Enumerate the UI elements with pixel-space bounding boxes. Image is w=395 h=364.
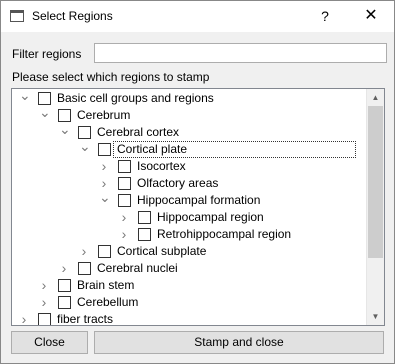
region-checkbox[interactable] [118, 177, 131, 190]
focus-outline [113, 141, 356, 158]
chevron-down-icon[interactable]: ⌄ [59, 122, 71, 140]
window-title: Select Regions [32, 9, 113, 23]
chevron-right-icon[interactable]: › [119, 209, 129, 225]
chevron-right-icon[interactable]: › [99, 158, 109, 174]
tree-item-label: Cerebrum [77, 108, 131, 122]
instruction-text: Please select which regions to stamp [12, 70, 210, 84]
chevron-down-icon[interactable]: ⌄ [79, 139, 91, 157]
tree-item-label: Basic cell groups and regions [57, 91, 214, 105]
chevron-right-icon[interactable]: › [59, 260, 69, 276]
tree-item[interactable]: › Brain stem [12, 277, 366, 293]
window-icon [10, 10, 24, 22]
tree-item-label: Isocortex [137, 159, 186, 173]
tree-item-label: Cerebral nuclei [97, 261, 178, 275]
tree-item-label: Olfactory areas [137, 176, 219, 190]
close-window-button[interactable]: ✕ [357, 5, 385, 27]
scroll-up-arrow-icon[interactable]: ▲ [367, 89, 384, 106]
chevron-right-icon[interactable]: › [79, 243, 89, 259]
chevron-down-icon[interactable]: ⌄ [99, 190, 111, 208]
region-checkbox[interactable] [138, 228, 151, 241]
filter-regions-label: Filter regions [12, 47, 82, 61]
tree-item-label: Brain stem [77, 278, 135, 292]
tree-item-label: Hippocampal region [157, 210, 264, 224]
tree-item[interactable]: ⌄ Hippocampal formation [12, 190, 366, 208]
help-button[interactable]: ? [313, 6, 337, 26]
region-checkbox[interactable] [98, 245, 111, 258]
region-checkbox[interactable] [98, 143, 111, 156]
region-checkbox[interactable] [78, 262, 91, 275]
vertical-scrollbar[interactable]: ▲ ▼ [366, 89, 384, 325]
chevron-right-icon[interactable]: › [119, 226, 129, 242]
region-checkbox[interactable] [118, 194, 131, 207]
close-button[interactable]: Close [11, 331, 88, 354]
scrollbar-thumb[interactable] [368, 106, 383, 258]
chevron-down-icon[interactable]: ⌄ [39, 105, 51, 123]
region-checkbox[interactable] [38, 313, 51, 325]
regions-tree[interactable]: ⌄ Basic cell groups and regions ⌄ Cerebrum ⌄… [11, 88, 385, 326]
tree-item[interactable]: › Olfactory areas [12, 175, 366, 191]
tree-item[interactable]: ⌄ Basic cell groups and regions [12, 89, 366, 106]
region-checkbox[interactable] [118, 160, 131, 173]
tree-item[interactable]: › Isocortex [12, 158, 366, 174]
tree-item[interactable]: ⌄ Cerebral cortex [12, 122, 366, 140]
tree-item-label: fiber tracts [57, 312, 114, 326]
tree-item-label: Cerebral cortex [97, 125, 180, 139]
select-regions-dialog: Select Regions ? ✕ Filter regions Please… [0, 0, 395, 364]
tree-item[interactable]: › fiber tracts [12, 311, 366, 326]
region-checkbox[interactable] [58, 279, 71, 292]
chevron-right-icon[interactable]: › [19, 311, 29, 325]
filter-regions-input[interactable] [94, 43, 387, 63]
chevron-right-icon[interactable]: › [39, 294, 49, 310]
tree-item[interactable]: › Cerebral nuclei [12, 260, 366, 276]
tree-item[interactable]: › Cortical subplate [12, 243, 366, 259]
region-checkbox[interactable] [58, 296, 71, 309]
tree-item-label: Cerebellum [77, 295, 139, 309]
scroll-down-arrow-icon[interactable]: ▼ [367, 308, 384, 325]
chevron-right-icon[interactable]: › [39, 277, 49, 293]
title-bar: Select Regions ? ✕ [1, 1, 394, 32]
tree-item[interactable]: › Hippocampal region [12, 209, 366, 225]
stamp-and-close-button[interactable]: Stamp and close [94, 331, 384, 354]
tree-item-label: Retrohippocampal region [157, 227, 292, 241]
tree-item[interactable]: › Cerebellum [12, 294, 366, 310]
chevron-down-icon[interactable]: ⌄ [19, 89, 31, 106]
tree-item-label: Cortical subplate [117, 244, 207, 258]
tree-item[interactable]: ⌄ Cortical plate [12, 139, 366, 158]
tree-item-label: Hippocampal formation [137, 193, 261, 207]
region-checkbox[interactable] [138, 211, 151, 224]
tree-item[interactable]: › Retrohippocampal region [12, 226, 366, 242]
